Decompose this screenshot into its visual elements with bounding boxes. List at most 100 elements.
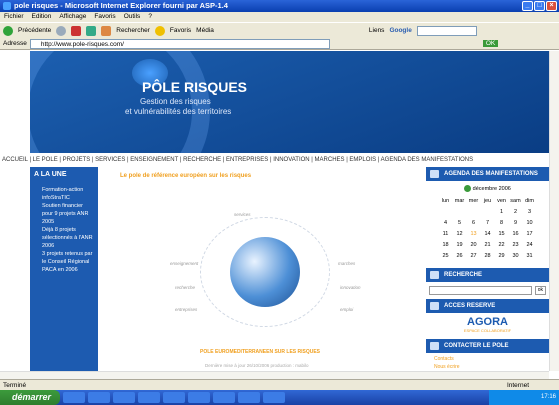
cal-day[interactable]: 4 [440,218,452,227]
back-button[interactable]: Précédente [18,27,51,34]
main-nav[interactable]: ACCUEIL | LE POLE | PROJETS | SERVICES |… [0,153,549,167]
taskbar-item[interactable] [138,392,160,403]
search-ok-button[interactable]: ok [534,286,546,295]
taskbar-item[interactable] [113,392,135,403]
cal-day[interactable]: 30 [510,251,522,260]
cal-day[interactable]: 31 [524,251,536,260]
label-emploi[interactable]: emploi [340,307,353,312]
main-area: Le pole de référence européen sur les ri… [110,167,422,371]
cal-day[interactable]: 16 [510,229,522,238]
taskbar-item[interactable] [88,392,110,403]
taskbar-item[interactable] [263,392,285,403]
search-button[interactable]: Rechercher [116,27,150,34]
vertical-scrollbar[interactable] [549,51,559,371]
cal-day[interactable]: 12 [454,229,466,238]
cal-day[interactable]: 11 [440,229,452,238]
cal-day[interactable]: 14 [482,229,494,238]
forward-icon[interactable] [56,25,67,36]
cal-day[interactable]: 26 [454,251,466,260]
menu-favoris[interactable]: Favoris [94,12,115,22]
cal-day[interactable]: 28 [482,251,494,260]
recherche-header: RECHERCHE [426,268,549,282]
site-search-input[interactable] [429,286,532,295]
favorites-icon[interactable] [154,25,165,36]
media-button[interactable]: Média [196,27,214,34]
cal-day[interactable]: 6 [468,218,480,227]
cal-day[interactable]: 18 [440,240,452,249]
favorites-button[interactable]: Favoris [170,27,191,34]
cal-day[interactable]: 20 [468,240,480,249]
minimize-button[interactable]: _ [522,1,533,11]
menu-help[interactable]: ? [148,12,152,22]
taskbar-item[interactable] [163,392,185,403]
cal-day[interactable] [482,207,494,216]
stop-icon[interactable] [71,25,82,36]
contact-link[interactable]: Contacts [434,355,549,363]
cal-day[interactable]: 27 [468,251,480,260]
month-nav-icon[interactable] [464,185,472,192]
news-item[interactable]: 3 projets retenus par le Conseil Régiona… [42,250,94,274]
label-marches[interactable]: marches [338,261,355,266]
label-entreprises[interactable]: entreprises [175,307,197,312]
cal-day[interactable]: 21 [482,240,494,249]
cal-day[interactable]: 17 [524,229,536,238]
cal-day[interactable]: 10 [524,218,536,227]
contact-link[interactable]: Nous écrire [434,363,549,371]
cal-day[interactable]: 25 [440,251,452,260]
cal-day[interactable] [440,207,452,216]
cal-day[interactable] [454,207,466,216]
label-services[interactable]: services [234,212,251,217]
cal-day[interactable]: 2 [510,207,522,216]
back-icon[interactable] [3,25,13,36]
close-button[interactable]: × [546,1,557,11]
taskbar-item[interactable] [188,392,210,403]
day-header: mer [468,197,479,204]
maximize-button[interactable]: □ [534,1,545,11]
address-input[interactable]: http://www.pole-risques.com/ [29,38,330,49]
label-enseignement[interactable]: enseignement [170,261,198,266]
ie-icon [3,2,11,10]
taskbar-item[interactable] [63,392,85,403]
news-item[interactable]: Soutien financier pour 9 projets ANR 200… [42,202,94,226]
taskbar-item[interactable] [238,392,260,403]
go-button[interactable]: OK [482,40,499,47]
links-label[interactable]: Liens [369,27,385,34]
menu-edition[interactable]: Edition [32,12,52,22]
news-item[interactable]: Déjà 8 projets sélectionnés à l'ANR 2006 [42,226,94,250]
search-icon [430,271,439,279]
cal-day[interactable]: 15 [496,229,508,238]
refresh-icon[interactable] [86,25,97,36]
cal-day[interactable]: 9 [510,218,522,227]
news-list: Formation-action infoStraTIC Soutien fin… [34,186,94,274]
cal-day[interactable]: 29 [496,251,508,260]
cal-day[interactable]: 19 [454,240,466,249]
home-icon[interactable] [101,25,112,36]
cal-day[interactable]: 13 [468,229,480,238]
cal-day[interactable]: 3 [524,207,536,216]
label-innovation[interactable]: innovation [340,285,361,290]
cal-day[interactable]: 23 [510,240,522,249]
agora-logo[interactable]: AGORA ESPACE COLLABORATIF [426,316,549,333]
cal-day[interactable]: 22 [496,240,508,249]
lock-icon [430,302,439,310]
contact-header: CONTACTER LE POLE [426,339,549,353]
cal-day[interactable]: 1 [496,207,508,216]
menu-fichier[interactable]: Fichier [4,12,24,22]
menu-affichage[interactable]: Affichage [59,12,86,22]
google-search-input[interactable] [416,25,477,36]
cal-day[interactable] [468,207,480,216]
horizontal-scrollbar[interactable] [0,371,549,379]
taskbar-item[interactable] [213,392,235,403]
cal-day[interactable]: 8 [496,218,508,227]
address-url: http://www.pole-risques.com/ [40,40,124,48]
cal-day[interactable]: 24 [524,240,536,249]
agora-sub: ESPACE COLLABORATIF [463,328,512,333]
google-toolbar[interactable]: Google [389,27,411,34]
cal-day[interactable]: 7 [482,218,494,227]
cal-day[interactable]: 5 [454,218,466,227]
start-button[interactable]: démarrer [0,390,60,405]
menu-bar: Fichier Edition Affichage Favoris Outils… [0,12,559,22]
menu-outils[interactable]: Outils [124,12,141,22]
news-item[interactable]: Formation-action infoStraTIC [42,186,94,202]
label-recherche[interactable]: recherche [175,285,195,290]
